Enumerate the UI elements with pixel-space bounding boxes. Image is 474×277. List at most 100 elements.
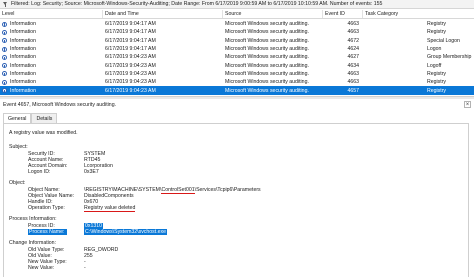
process-name-selection: C:\Windows\System32\svchost.exe [84,229,168,235]
table-row[interactable]: Information 6/17/2019 9:04:23 AM Microsoft… [0,53,474,61]
task-category-cell: Special Logon [363,37,474,45]
date-time-cell-text: 6/17/2019 9:04:17 AM [105,46,156,53]
task-category-cell: Registry [363,70,474,78]
information-icon [2,63,7,69]
column-header-date-time[interactable]: Date and Time [103,10,223,18]
event-description: A registry value was modified. [9,130,78,136]
new-value-label: New Value: [28,265,55,271]
new-value-value: - [84,265,86,271]
task-category-cell: Registry [363,20,474,28]
task-category-cell: Registry [363,28,474,36]
process-name-label: Process Name: [28,229,68,235]
task-category-cell-text: Registry [427,29,447,36]
level-cell-text: Information [10,87,36,94]
level-cell: Information [0,28,103,36]
source-cell-text: Microsoft Windows security auditing. [225,87,309,94]
event-id-cell: 4624 [323,45,363,53]
date-time-cell: 6/17/2019 9:04:17 AM [103,45,223,53]
logon-id-value: 0x3E7 [84,169,99,175]
source-cell-text: Microsoft Windows security auditing. [225,54,309,61]
source-cell: Microsoft Windows security auditing. [223,61,323,69]
source-cell-text: Microsoft Windows security auditing. [225,62,309,69]
level-cell-text: Information [10,70,36,77]
information-icon [2,38,7,44]
pane-splitter[interactable] [0,96,474,99]
table-row[interactable]: Information 6/17/2019 9:04:23 AM Microsoft… [0,61,474,69]
level-cell-text: Information [10,62,36,69]
information-icon [2,88,7,94]
tab-details[interactable]: Details [31,113,58,123]
table-row[interactable]: Information 6/17/2019 9:04:17 AM Microsoft… [0,45,474,53]
table-row[interactable]: Information 6/17/2019 9:04:17 AM Microsoft… [0,37,474,45]
event-detail-title: Event 4657, Microsoft Windows security a… [3,101,117,108]
table-row[interactable]: Information 6/17/2019 9:04:17 AM Microsoft… [0,20,474,28]
event-id-cell-text: 4663 [347,79,359,86]
filter-bar: Filtered: Log: Security; Source: Microso… [0,0,474,9]
column-header-source[interactable]: Source [223,10,323,18]
source-cell-text: Microsoft Windows security auditing. [225,70,309,77]
information-icon [2,54,7,60]
level-cell-text: Information [10,46,36,53]
task-category-cell: Group Membership [363,53,474,61]
tab-general[interactable]: General [3,113,32,123]
date-time-cell-text: 6/17/2019 9:04:23 AM [105,62,156,69]
information-icon [2,29,7,35]
information-icon [2,21,7,27]
event-id-cell-text: 4672 [347,37,359,44]
event-id-cell: 4663 [323,70,363,78]
source-cell-text: Microsoft Windows security auditing. [225,29,309,36]
event-list-header: Level Date and Time Source Event ID Task… [0,10,474,19]
date-time-cell: 6/17/2019 9:04:17 AM [103,20,223,28]
table-row[interactable]: Information 6/17/2019 9:04:17 AM Microsoft… [0,28,474,36]
date-time-cell: 6/17/2019 9:04:17 AM [103,28,223,36]
task-category-cell-text: Registry [427,87,447,94]
date-time-cell-text: 6/17/2019 9:04:17 AM [105,29,156,36]
date-time-cell-text: 6/17/2019 9:04:17 AM [105,37,156,44]
information-icon [2,79,7,85]
table-row[interactable]: Information 6/17/2019 9:04:23 AM Microsoft… [0,70,474,78]
logon-id-label: Logon ID: [28,169,51,175]
column-header-event-id[interactable]: Event ID [323,10,363,18]
task-category-cell-text: Logoff [427,62,442,69]
event-id-cell-text: 4624 [347,46,359,53]
level-cell: Information [0,61,103,69]
level-cell: Information [0,45,103,53]
column-header-task-category[interactable]: Task Category [363,10,474,18]
operation-type-label: Operation Type: [28,205,65,211]
event-id-cell: 4672 [323,37,363,45]
level-cell: Information [0,53,103,61]
filter-text: Filtered: Log: Security; Source: Microso… [11,1,383,7]
column-header-level[interactable]: Level [0,10,103,18]
source-cell: Microsoft Windows security auditing. [223,53,323,61]
source-cell-text: Microsoft Windows security auditing. [225,37,309,44]
level-cell-text: Information [10,29,36,36]
filter-icon [3,1,8,7]
source-cell-text: Microsoft Windows security auditing. [225,46,309,53]
level-cell: Information [0,70,103,78]
source-cell: Microsoft Windows security auditing. [223,70,323,78]
task-category-cell-text: Registry [427,70,447,77]
event-id-cell-text: 4663 [347,70,359,77]
level-cell-text: Information [10,21,36,28]
table-row[interactable]: Information 6/17/2019 9:04:23 AM Microsoft… [0,78,474,86]
information-icon [2,71,7,77]
source-cell-text: Microsoft Windows security auditing. [225,21,309,28]
event-detail-pane: A registry value was modified. Subject: … [3,123,469,277]
table-row[interactable]: Information 6/17/2019 9:04:23 AM Microsoft… [0,86,474,95]
source-cell: Microsoft Windows security auditing. [223,20,323,28]
event-id-cell-text: 4663 [347,29,359,36]
close-icon[interactable]: × [464,101,471,108]
task-category-cell: Registry [363,78,474,86]
event-id-cell: 4663 [323,28,363,36]
task-category-cell-text: Logon [427,46,442,53]
event-id-cell: 4634 [323,61,363,69]
level-cell-text: Information [10,79,36,86]
date-time-cell: 6/17/2019 9:04:17 AM [103,37,223,45]
detail-tabs: General Details [3,113,58,123]
operation-type-value: Registry value deleted [84,205,136,212]
source-cell: Microsoft Windows security auditing. [223,86,323,94]
level-cell: Information [0,78,103,86]
event-id-cell-text: 4663 [347,21,359,28]
source-cell: Microsoft Windows security auditing. [223,37,323,45]
process-name-value: C:\Windows\System32\svchost.exe [84,229,168,235]
